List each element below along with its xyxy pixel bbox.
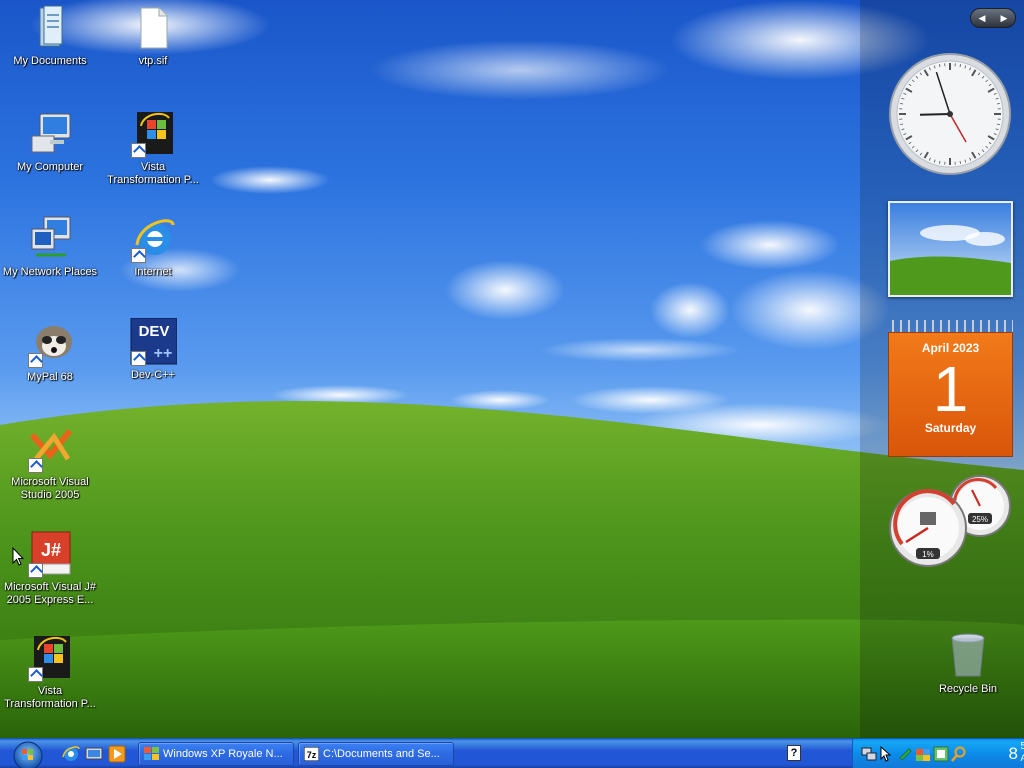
quicklaunch-show-desktop[interactable] [85, 745, 103, 763]
desktop-icon-label: Microsoft Visual Studio 2005 [11, 476, 89, 501]
desktop-icon-my-computer[interactable]: My Computer [0, 110, 100, 174]
cpu-value: 1% [922, 550, 934, 559]
network-icon[interactable] [861, 746, 877, 762]
calendar-day: 1 [932, 353, 969, 425]
calendar-rings [888, 320, 1013, 332]
security-icon[interactable] [915, 746, 931, 762]
calendar-gadget[interactable]: April 2023 1 Saturday [888, 320, 1013, 457]
task-label: C:\Documents and Se... [323, 748, 440, 760]
media-player-icon [108, 745, 126, 763]
next-arrow-icon[interactable]: ▶ [1001, 13, 1008, 24]
desktop-icon-label: Vista Transformation P... [107, 161, 199, 186]
calendar-weekday: Saturday [924, 421, 977, 435]
desktop-icon-vista-transformation[interactable]: Vista Transformation P... [103, 110, 203, 187]
dev-cpp-icon: DEV ++ [129, 317, 178, 366]
shortcut-arrow-icon [28, 667, 43, 682]
calendar-page: April 2023 1 Saturday [888, 332, 1013, 457]
7zip-icon: 7z [304, 747, 319, 761]
taskbar-button-documents-and-settings[interactable]: 7z C:\Documents and Se... [298, 742, 454, 766]
visual-jsharp-icon: J# [26, 530, 74, 578]
sidebar-navigation[interactable]: ◀ ▶ [970, 8, 1016, 28]
shortcut-arrow-icon [131, 351, 146, 366]
analog-clock-face [889, 53, 1011, 175]
network-places-icon [26, 215, 74, 263]
desktop-icon-label: Microsoft Visual J# 2005 Express E... [3, 581, 97, 606]
vista-transformation-icon [26, 634, 74, 682]
visual-studio-icon [26, 425, 74, 473]
my-documents-icon [26, 4, 74, 52]
taskbar-button-windows-xp-royale[interactable]: Windows XP Royale N... [138, 742, 294, 766]
desktop-icon-vtp-sif[interactable]: vtp.sif [103, 4, 203, 68]
desktop-icon-label: My Network Places [2, 266, 98, 278]
windows-icon[interactable] [933, 746, 949, 762]
vista-transformation-icon [129, 110, 177, 158]
desktop-icon-visual-jsharp-2005[interactable]: J# Microsoft Visual J# 2005 Express E... [0, 530, 100, 607]
desktop-icon-visual-studio-2005[interactable]: Microsoft Visual Studio 2005 [0, 425, 100, 502]
clock-hour: 8 [1008, 744, 1018, 763]
shortcut-arrow-icon [28, 563, 43, 578]
desktop[interactable]: My Documents vtp.sif My Computer Vista T… [0, 0, 1024, 738]
taskbar-clock[interactable]: 8 57 AM [1008, 741, 1024, 767]
svg-text:J#: J# [41, 540, 61, 560]
pointer-icon[interactable] [879, 746, 895, 762]
desktop-icon-mypal[interactable]: MyPal 68 [0, 320, 100, 384]
notification-area: 8 57 AM [852, 739, 1024, 768]
clock-ampm: AM [1020, 753, 1024, 763]
task-label: Windows XP Royale N... [163, 748, 283, 760]
desktop-icon-label: Internet [134, 266, 172, 278]
shortcut-arrow-icon [131, 248, 146, 263]
clock-minute: 57 [1020, 741, 1024, 752]
mypal-icon [26, 320, 74, 368]
my-computer-icon [26, 110, 74, 158]
file-icon [129, 4, 177, 52]
internet-explorer-icon [62, 746, 80, 761]
svg-text:DEV: DEV [139, 323, 170, 340]
start-button[interactable] [4, 740, 50, 768]
show-desktop-icon [85, 747, 103, 760]
desktop-icon-recycle-bin[interactable]: Recycle Bin [918, 632, 1018, 696]
recycle-bin-icon [944, 632, 992, 680]
mouse-cursor-icon [12, 547, 24, 566]
desktop-icon-my-network-places[interactable]: My Network Places [0, 215, 100, 279]
desktop-icon-label: MyPal 68 [27, 371, 73, 383]
desktop-icon-label: Dev-C++ [130, 369, 176, 381]
svg-text:++: ++ [154, 345, 173, 362]
desktop-icon-dev-cpp[interactable]: DEV ++ Dev-C++ [103, 317, 203, 382]
safely-remove-icon[interactable] [897, 746, 913, 762]
desktop-icon-vista-transformation-2[interactable]: Vista Transformation P... [0, 634, 100, 711]
quicklaunch-internet-explorer[interactable] [62, 745, 80, 763]
desktop-icon-label: My Documents [13, 55, 87, 67]
search-icon[interactable] [951, 746, 967, 762]
slideshow-gadget[interactable] [888, 201, 1013, 297]
quicklaunch-media-player[interactable] [108, 745, 126, 763]
taskbar: Windows XP Royale N... 7z C:\Documents a… [0, 738, 1024, 768]
help-icon[interactable]: ? [787, 745, 801, 761]
internet-explorer-icon [129, 215, 177, 263]
desktop-icon-label: My Computer [16, 161, 84, 173]
memory-value: 25% [972, 515, 988, 524]
shortcut-arrow-icon [28, 353, 43, 368]
slideshow-image [890, 203, 1011, 295]
desktop-icon-label: Vista Transformation P... [4, 685, 96, 710]
shortcut-arrow-icon [28, 458, 43, 473]
calendar-month-year: April 2023 [921, 341, 980, 355]
previous-arrow-icon[interactable]: ◀ [979, 13, 986, 24]
cpu-meter-gadget[interactable]: 25% 1% [888, 474, 1014, 570]
desktop-icon-label: vtp.sif [138, 55, 168, 67]
desktop-icon-my-documents[interactable]: My Documents [0, 4, 100, 68]
cpu-gauge: 1% [889, 489, 967, 567]
desktop-icon-internet[interactable]: Internet [103, 215, 203, 279]
clock-gadget[interactable] [888, 52, 1012, 176]
desktop-icon-label: Recycle Bin [938, 683, 998, 695]
svg-text:7z: 7z [307, 750, 317, 760]
shortcut-arrow-icon [131, 143, 146, 158]
xp-window-icon [144, 747, 159, 760]
